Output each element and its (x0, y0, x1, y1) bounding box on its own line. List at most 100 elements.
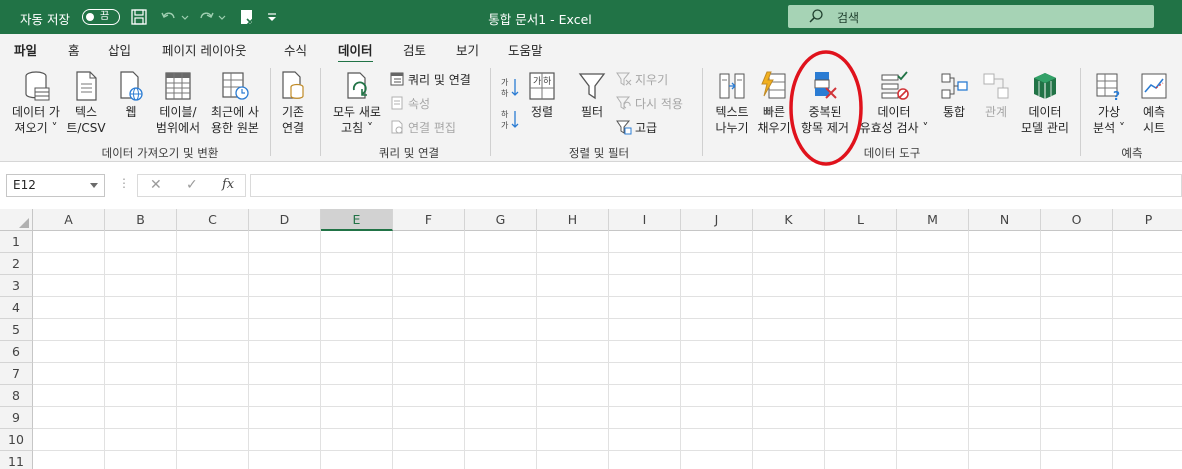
properties-label: 속성 (408, 97, 431, 111)
column-header-g[interactable]: G (465, 209, 537, 231)
row-header-5[interactable]: 5 (0, 319, 33, 341)
reapply-button[interactable]: 다시 적용 (616, 95, 683, 112)
save-icon[interactable] (130, 8, 148, 26)
refresh-all-button[interactable]: 모두 새로 고침 ˅ (326, 70, 388, 136)
column-header-i[interactable]: I (609, 209, 681, 231)
existing-connections-icon (282, 71, 304, 99)
gridline (33, 362, 1182, 363)
tab-formulas[interactable]: 수식 (284, 40, 307, 59)
queries-connections-button[interactable]: 쿼리 및 연결 (389, 71, 471, 88)
new-document-icon[interactable] (238, 8, 256, 26)
edit-links-icon (391, 120, 403, 134)
redo-dropdown-icon[interactable] (217, 8, 227, 26)
advanced-filter-button[interactable]: 고급 (616, 119, 657, 136)
web-button[interactable]: 웹 (112, 70, 150, 120)
tab-home[interactable]: 홈 (68, 40, 80, 59)
from-table-button[interactable]: 테이블/ 범위에서 (152, 70, 204, 136)
tab-review[interactable]: 검토 (403, 40, 426, 59)
forecast-sheet-button[interactable]: 예측 시트 (1132, 70, 1176, 136)
row-header-10[interactable]: 10 (0, 429, 33, 451)
gridline (1112, 231, 1113, 469)
cancel-icon[interactable]: ✕ (150, 177, 162, 193)
svg-text:가: 가 (501, 78, 509, 87)
clear-filter-icon (616, 72, 632, 86)
column-headers: ABCDEFGHIJKLMNOP (0, 209, 1182, 231)
name-box[interactable]: E12 (6, 174, 105, 197)
customize-toolbar-icon[interactable] (266, 8, 278, 26)
gridline (968, 231, 969, 469)
forecast-sheet-icon (1141, 73, 1167, 99)
tab-insert[interactable]: 삽입 (108, 40, 131, 59)
redo-icon[interactable] (197, 8, 215, 26)
autosave-label: 자동 저장 (20, 12, 70, 27)
name-box-dropdown-icon[interactable] (90, 183, 98, 188)
sort-button[interactable]: 가하 정렬 (522, 70, 562, 120)
resize-handle-icon[interactable]: ⋮ (118, 176, 130, 190)
what-if-icon: ? (1096, 73, 1120, 102)
tab-help[interactable]: 도움말 (508, 40, 543, 59)
gridline (248, 231, 249, 469)
tab-view[interactable]: 보기 (456, 40, 479, 59)
search-box[interactable]: 검색 (788, 5, 1154, 28)
row-header-3[interactable]: 3 (0, 275, 33, 297)
autosave-toggle[interactable]: 끔 (82, 9, 120, 25)
tab-file[interactable]: 파일 (14, 40, 37, 59)
row-header-2[interactable]: 2 (0, 253, 33, 275)
column-header-a[interactable]: A (33, 209, 105, 231)
filter-button[interactable]: 필터 (572, 70, 612, 120)
tab-data[interactable]: 데이터 (338, 40, 373, 64)
column-header-b[interactable]: B (105, 209, 177, 231)
consolidate-button[interactable]: 통합 (934, 70, 974, 120)
row-header-11[interactable]: 11 (0, 451, 33, 469)
column-header-e[interactable]: E (321, 209, 393, 231)
worksheet-grid[interactable]: ABCDEFGHIJKLMNOP 1 2 3 4 5 6 7 8 9 10 11 (0, 209, 1182, 469)
row-header-6[interactable]: 6 (0, 341, 33, 363)
formula-input[interactable] (250, 174, 1182, 197)
undo-icon[interactable] (160, 8, 178, 26)
gridline (896, 231, 897, 469)
get-data-button[interactable]: 데이터 가 져오기 ˅ (4, 70, 68, 136)
row-header-8[interactable]: 8 (0, 385, 33, 407)
column-header-p[interactable]: P (1113, 209, 1182, 231)
edit-links-button[interactable]: 연결 편집 (389, 119, 456, 136)
column-header-m[interactable]: M (897, 209, 969, 231)
insert-function-icon[interactable]: fx (222, 177, 234, 192)
enter-icon[interactable]: ✓ (186, 177, 198, 193)
row-header-7[interactable]: 7 (0, 363, 33, 385)
sort-ascending-button[interactable]: 가하 (500, 76, 523, 99)
existing-line2: 연결 (281, 121, 305, 135)
column-header-h[interactable]: H (537, 209, 609, 231)
existing-connections-button[interactable]: 기존 연결 (272, 70, 314, 136)
clear-filter-button[interactable]: 지우기 (616, 71, 668, 88)
gridline (33, 296, 1182, 297)
separator (490, 68, 491, 156)
column-header-o[interactable]: O (1041, 209, 1113, 231)
recent-sources-line1: 최근에 사 (211, 105, 259, 119)
gridline (176, 231, 177, 469)
undo-dropdown-icon[interactable] (180, 8, 190, 26)
tab-page-layout[interactable]: 페이지 레이아웃 (162, 40, 246, 59)
row-header-1[interactable]: 1 (0, 231, 33, 253)
column-header-f[interactable]: F (393, 209, 465, 231)
row-header-9[interactable]: 9 (0, 407, 33, 429)
data-model-button[interactable]: 데이터 모델 관리 (1014, 70, 1076, 136)
relationships-button[interactable]: 관계 (976, 70, 1016, 120)
column-header-j[interactable]: J (681, 209, 753, 231)
consolidate-label: 통합 (942, 105, 966, 119)
properties-button[interactable]: 속성 (389, 95, 430, 112)
relationships-icon (983, 73, 1009, 99)
column-header-d[interactable]: D (249, 209, 321, 231)
text-csv-button[interactable]: 텍스 트/CSV (62, 70, 110, 136)
column-header-l[interactable]: L (825, 209, 897, 231)
what-if-button[interactable]: ? 가상 분석 ˅ (1084, 70, 1134, 136)
gridline (824, 231, 825, 469)
svg-text:?: ? (1113, 89, 1120, 102)
row-header-4[interactable]: 4 (0, 297, 33, 319)
text-to-columns-button[interactable]: 텍스트 나누기 (708, 70, 756, 136)
column-header-c[interactable]: C (177, 209, 249, 231)
select-all-corner[interactable] (0, 209, 33, 231)
column-header-n[interactable]: N (969, 209, 1041, 231)
recent-sources-button[interactable]: 최근에 사 용한 원본 (204, 70, 266, 136)
column-header-k[interactable]: K (753, 209, 825, 231)
sort-descending-button[interactable]: 하가 (500, 108, 523, 131)
